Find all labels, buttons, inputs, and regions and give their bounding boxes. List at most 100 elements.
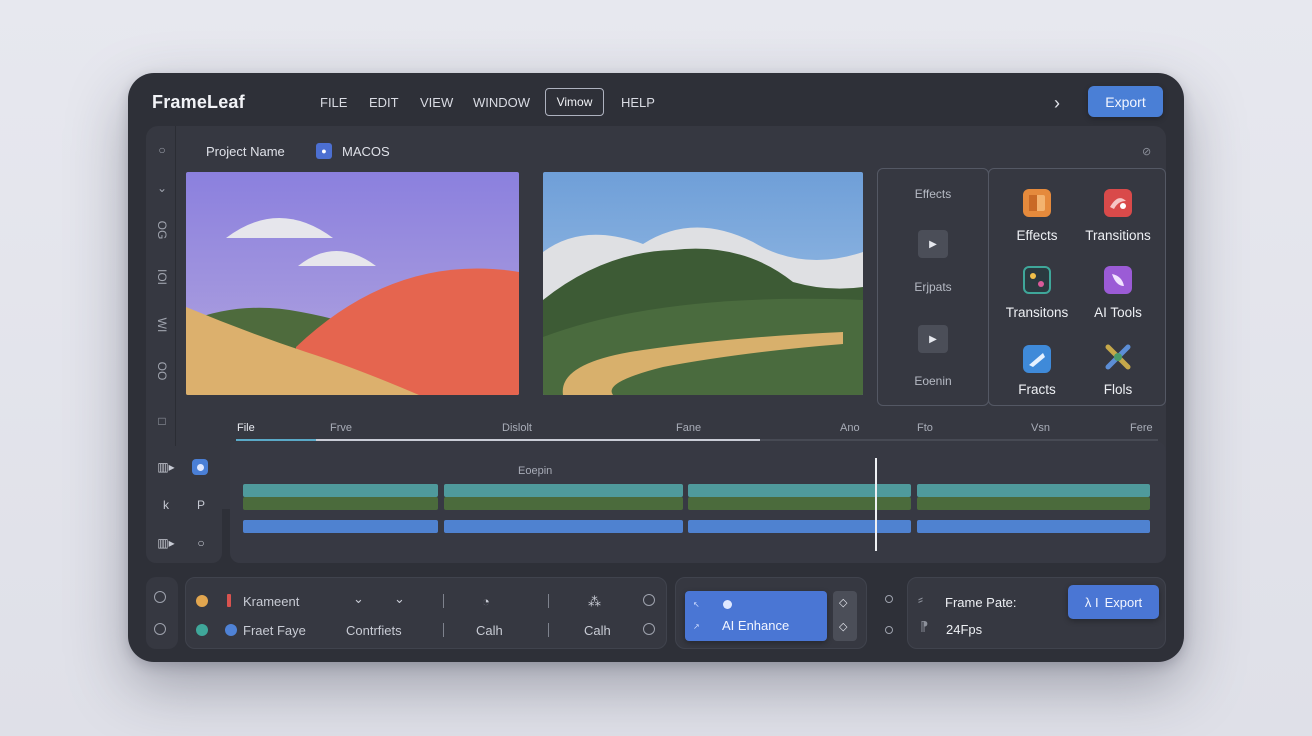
separator	[443, 594, 444, 608]
calh-label-2[interactable]: Calh	[584, 623, 611, 638]
side-square-icon[interactable]: □	[149, 414, 175, 428]
ai-side-controls[interactable]: ◇ ◇	[833, 591, 857, 641]
play-icon[interactable]: ▶	[918, 230, 948, 258]
diamond-up-icon[interactable]: ◇	[839, 596, 847, 609]
p-tool-icon[interactable]: P	[191, 498, 211, 512]
platform-label[interactable]: MACOS	[342, 144, 390, 159]
radio-option-2[interactable]	[154, 623, 166, 635]
tool-fracts-label: Fracts	[1018, 382, 1056, 397]
ai-enhance-label: AI Enhance	[722, 618, 790, 633]
contrfiets-label[interactable]: Contrfiets	[346, 623, 402, 638]
clip-segment[interactable]	[917, 520, 1150, 533]
clip-segment[interactable]	[444, 497, 683, 510]
clip-segment[interactable]	[688, 497, 911, 510]
menu-edit[interactable]: EDIT	[369, 95, 399, 110]
flols-icon	[1104, 343, 1132, 371]
small-ring-icon-2[interactable]	[885, 626, 893, 634]
tool-transitons-label: Transitons	[1005, 305, 1069, 320]
fps-icon: ⁋	[920, 619, 929, 634]
calh-label[interactable]: Calh	[476, 623, 503, 638]
side-circle-icon[interactable]: ○	[149, 143, 175, 157]
circle-tool-icon[interactable]: ○	[191, 536, 211, 550]
tool-ai-tools-label: AI Tools	[1094, 305, 1142, 320]
menu-file[interactable]: FILE	[320, 95, 347, 110]
diamond-down-icon[interactable]: ◇	[839, 620, 847, 633]
side-oo-icon[interactable]: OO	[155, 358, 169, 384]
side-wi-icon[interactable]: WI	[155, 312, 169, 338]
clip-segment[interactable]	[243, 520, 438, 533]
frame-rate-icon: ⸗	[918, 591, 923, 608]
ruler-vsn[interactable]: Vsn	[1031, 422, 1050, 434]
radio-option-1[interactable]	[154, 591, 166, 603]
palette-icon[interactable]: ◔	[482, 594, 490, 609]
project-name-label[interactable]: Project Name	[206, 144, 285, 159]
k-tool-icon[interactable]: k	[156, 498, 176, 512]
landscape-green-hills-image	[543, 172, 863, 395]
krameent-label[interactable]: Krameent	[243, 594, 299, 609]
ai-tools-icon	[1104, 266, 1132, 294]
play-icon-2[interactable]: ▶	[918, 325, 948, 353]
separator	[548, 623, 549, 637]
ruler-fane[interactable]: Fane	[676, 422, 701, 434]
radio-option-4[interactable]	[643, 623, 655, 635]
clip-segment[interactable]	[444, 520, 683, 533]
clip-segment[interactable]	[243, 484, 438, 497]
chevron-down-icon[interactable]: ⌄	[353, 591, 364, 607]
track-tool-icon[interactable]: ▥▸	[156, 460, 176, 474]
chevron-right-icon[interactable]: ›	[1054, 93, 1070, 113]
effects-label: Effects	[914, 187, 952, 201]
radio-option-3[interactable]	[643, 594, 655, 606]
chevron-down-icon-2[interactable]: ⌄	[394, 591, 405, 607]
side-ioi-icon[interactable]: IOI	[155, 264, 169, 290]
export-button-bottom[interactable]: λ I Export	[1068, 585, 1159, 619]
properties-pane	[185, 577, 667, 649]
clip-segment[interactable]	[444, 484, 683, 497]
record-toggle-icon[interactable]	[192, 459, 208, 475]
small-ring-icon[interactable]	[885, 595, 893, 603]
menu-window[interactable]: WINDOW	[473, 95, 530, 110]
landscape-sunset-image	[186, 172, 519, 395]
playhead[interactable]	[875, 458, 877, 551]
clip-segment[interactable]	[917, 484, 1150, 497]
link-icon[interactable]: ⊘	[1142, 145, 1151, 158]
preview-image-right[interactable]	[543, 172, 863, 395]
ruler-file[interactable]: File	[237, 422, 255, 434]
fracts-icon	[1023, 345, 1051, 373]
clip-segment[interactable]	[917, 497, 1150, 510]
ruler-fere[interactable]: Fere	[1130, 422, 1153, 434]
tool-effects-label: Effects	[1016, 228, 1058, 243]
ai-enhance-button[interactable]: ↖ ↗ AI Enhance	[685, 591, 827, 641]
erjpats-label: Erjpats	[914, 280, 952, 294]
blue-dot-icon	[225, 624, 237, 636]
ruler-dislolt[interactable]: Dislolt	[502, 422, 532, 434]
preview-image-left[interactable]	[186, 172, 519, 395]
export-button-top[interactable]: Export	[1088, 86, 1163, 117]
tool-fracts[interactable]: Fracts	[992, 339, 1082, 405]
lambda-icon: λ I	[1084, 594, 1099, 610]
menu-vimow[interactable]: Vimow	[545, 88, 604, 116]
tool-flols-label: Flols	[1103, 382, 1133, 397]
clip-segment[interactable]	[243, 497, 438, 510]
clip-segment[interactable]	[688, 484, 911, 497]
menu-help[interactable]: HELP	[621, 95, 655, 110]
menu-view[interactable]: VIEW	[420, 95, 453, 110]
tool-transitions[interactable]: Transitions	[1073, 185, 1163, 251]
separator	[443, 623, 444, 637]
arrow-icon: ↗	[693, 622, 700, 631]
ruler-fto[interactable]: Fto	[917, 422, 933, 434]
ai-dot-icon	[723, 600, 732, 609]
side-og-icon[interactable]: OG	[155, 217, 169, 243]
tool-ai-tools[interactable]: AI Tools	[1073, 262, 1163, 328]
separator	[548, 594, 549, 608]
frame-rate-value[interactable]: 24Fps	[946, 622, 982, 637]
side-chevron-icon[interactable]: ⌄	[149, 181, 175, 195]
track-tool-icon-2[interactable]: ▥▸	[156, 536, 176, 550]
clip-segment[interactable]	[688, 520, 911, 533]
fraet-faye-label[interactable]: Fraet Faye	[243, 623, 306, 638]
ruler-frve[interactable]: Frve	[330, 422, 352, 434]
tool-flols[interactable]: Flols	[1073, 339, 1163, 405]
ruler-ano[interactable]: Ano	[840, 422, 860, 434]
tool-transitons[interactable]: Transitons	[992, 262, 1082, 328]
tool-effects[interactable]: Effects	[992, 185, 1082, 251]
sparkle-icon[interactable]: ⁂	[588, 594, 601, 610]
